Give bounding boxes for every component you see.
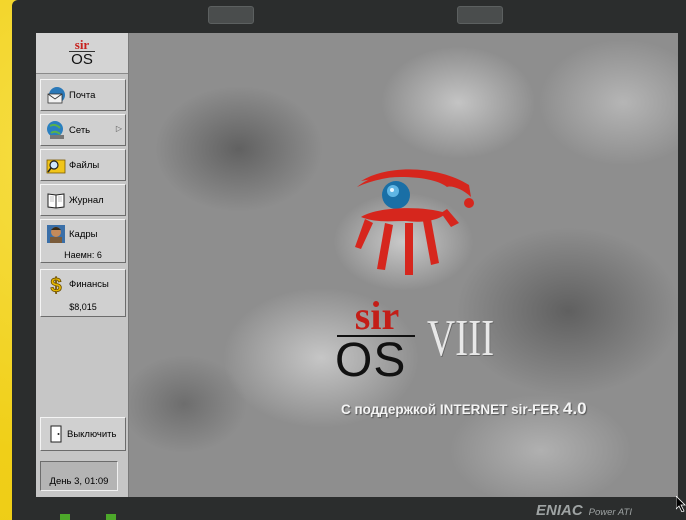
- logo-sir: sir: [74, 37, 90, 52]
- hero-os: OS: [335, 334, 407, 387]
- sidebar-item-label: Кадры: [69, 229, 98, 240]
- monitor-bracket: [208, 6, 254, 24]
- sidebar-item-files[interactable]: Файлы: [40, 149, 126, 181]
- door-icon: [50, 425, 62, 443]
- sidebar-item-label: Файлы: [69, 159, 100, 171]
- clock-display: День 3, 01:09: [40, 461, 118, 491]
- sidebar-logo: sir OS: [36, 33, 128, 74]
- mail-icon: [47, 87, 65, 104]
- tagline: С поддержкой INTERNET sir-FER 4.0: [341, 399, 587, 419]
- status-led: [106, 514, 116, 520]
- sidebar-item-label: Журнал: [69, 194, 104, 206]
- eye-hand-logo-icon: [355, 169, 474, 275]
- shutdown-label: Выключить: [67, 428, 117, 440]
- sidebar-item-journal[interactable]: Журнал: [40, 184, 126, 216]
- sidebar-item-staff[interactable]: Кадры Наемн: 6: [40, 219, 126, 263]
- tagline-version: 4.0: [562, 399, 587, 418]
- sidebar-item-finance[interactable]: $ Финансы $8,015: [40, 269, 126, 317]
- sidebar-item-label: Финансы: [69, 279, 109, 290]
- svg-text:$: $: [50, 275, 61, 294]
- monitor-bracket: [457, 6, 503, 24]
- logo-os: OS: [71, 51, 93, 68]
- book-icon: [47, 193, 65, 209]
- folder-search-icon: [46, 159, 66, 174]
- monitor-brand-name: ENIAC: [536, 502, 583, 519]
- hero-sir: sir: [354, 293, 400, 338]
- chevron-right-icon: ▷: [115, 124, 122, 133]
- power-led: [60, 514, 70, 520]
- tagline-text: С поддержкой INTERNET sir-FER: [341, 402, 560, 417]
- sidebar-item-mail[interactable]: Почта: [40, 79, 126, 111]
- monitor-brand: ENIAC Power ATI: [536, 502, 632, 519]
- dollar-icon: $: [50, 275, 62, 294]
- hero-version: VIII: [427, 310, 495, 367]
- sidebar: sir OS Почта Сеть ▷ Файлы Журнал Кадры Н…: [36, 33, 129, 497]
- monitor-model: Power ATI: [588, 507, 632, 518]
- staff-count: Наемн: 6: [64, 250, 102, 260]
- sidebar-item-label: Сеть: [69, 124, 91, 136]
- desktop: sir OS VIII С поддержкой INTERNET sir-FE…: [129, 33, 678, 497]
- sidebar-item-network[interactable]: Сеть ▷: [40, 114, 126, 146]
- person-portrait-icon: [47, 225, 65, 243]
- sidebar-item-label: Почта: [69, 89, 96, 101]
- mouse-cursor-icon: [676, 496, 686, 512]
- shutdown-button[interactable]: Выключить: [40, 417, 126, 451]
- finance-balance: $8,015: [69, 302, 97, 312]
- screen: sir OS Почта Сеть ▷ Файлы Журнал Кадры Н…: [36, 33, 678, 497]
- network-icon: [47, 121, 64, 139]
